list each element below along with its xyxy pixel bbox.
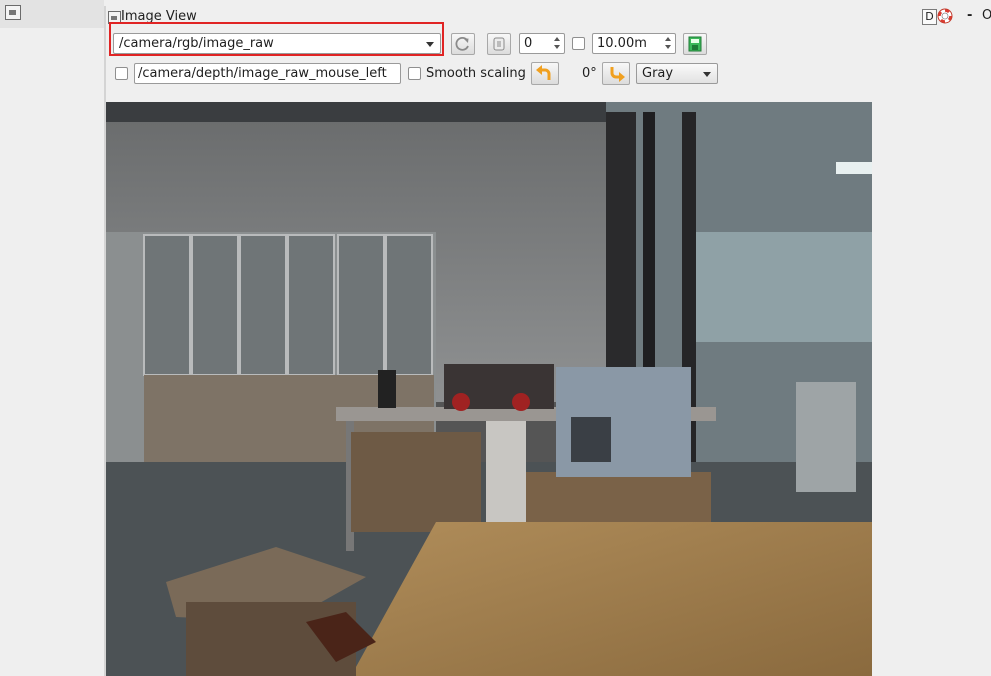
color-scheme-dropdown[interactable]: Gray: [636, 63, 718, 84]
smooth-scaling-label: Smooth scaling: [426, 66, 526, 81]
spin-arrows-icon[interactable]: [664, 36, 673, 51]
rotate-left-icon: [536, 65, 551, 80]
refresh-topics-button[interactable]: [451, 33, 475, 55]
image-topic-value: /camera/rgb/image_raw: [119, 36, 274, 51]
help-lifebuoy-icon[interactable]: [937, 8, 953, 24]
camera-feed-image: [106, 102, 872, 676]
max-range-value: 10.00m: [597, 36, 647, 51]
save-image-button[interactable]: [683, 33, 707, 55]
plugin-title: Image View: [121, 9, 197, 24]
mouse-topic-input[interactable]: /camera/depth/image_raw_mouse_left: [134, 63, 401, 84]
zoom-spinbox[interactable]: 0: [519, 33, 565, 54]
color-scheme-value: Gray: [642, 66, 674, 81]
save-image-icon: [688, 36, 702, 52]
smooth-scaling-checkbox[interactable]: [408, 67, 421, 80]
plugin-window-icon: [108, 11, 121, 24]
max-range-checkbox[interactable]: [572, 37, 585, 50]
refresh-icon: [455, 36, 469, 51]
pan-button[interactable]: [487, 33, 511, 55]
zoom-value: 0: [524, 36, 533, 51]
minimize-dash[interactable]: -: [967, 8, 972, 23]
rotate-right-icon: [610, 67, 625, 82]
rotation-angle-label: 0°: [582, 66, 597, 81]
publish-mouse-checkbox[interactable]: [115, 67, 128, 80]
app-window-icon: [5, 5, 21, 20]
image-topic-dropdown[interactable]: /camera/rgb/image_raw: [113, 33, 441, 54]
camera-image-display[interactable]: [106, 102, 872, 676]
hand-icon: [493, 37, 505, 51]
max-range-spinbox[interactable]: 10.00m: [592, 33, 676, 54]
rotate-right-button[interactable]: [602, 62, 630, 85]
close-o-label[interactable]: O: [982, 8, 991, 23]
chevron-down-icon: [703, 72, 711, 77]
spin-arrows-icon[interactable]: [553, 36, 562, 51]
rotate-left-button[interactable]: [531, 62, 559, 85]
dock-toggle-button[interactable]: D: [922, 9, 937, 25]
chevron-down-icon: [426, 42, 434, 47]
